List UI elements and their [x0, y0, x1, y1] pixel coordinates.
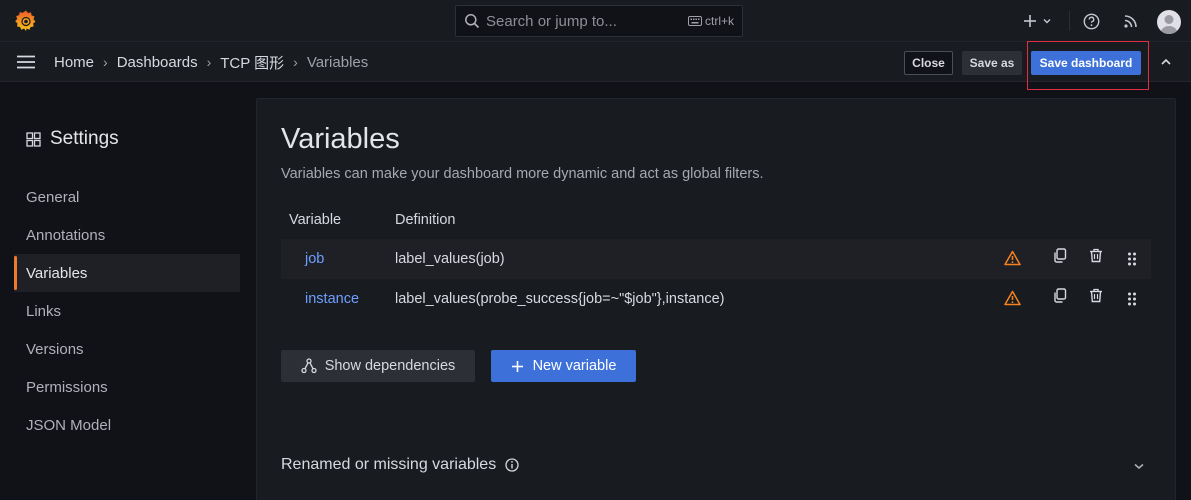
- sidebar-item-variables[interactable]: Variables: [14, 254, 240, 292]
- warning-icon: [1004, 250, 1021, 266]
- show-dependencies-button[interactable]: Show dependencies: [281, 350, 475, 382]
- variable-definition: label_values(probe_success{job=~"$job"},…: [395, 291, 725, 307]
- search-icon: [464, 13, 480, 29]
- sidebar-item-general[interactable]: General: [14, 178, 240, 216]
- sidebar-item-annotations[interactable]: Annotations: [14, 216, 240, 254]
- sidebar-item-versions[interactable]: Versions: [14, 330, 240, 368]
- trash-icon[interactable]: [1089, 248, 1103, 263]
- keyboard-icon: [687, 16, 702, 26]
- page-title: Variables: [281, 123, 400, 155]
- breadcrumb-separator: ›: [103, 54, 108, 70]
- drag-handle-icon[interactable]: [1127, 252, 1137, 266]
- variable-name-link[interactable]: instance: [281, 291, 395, 307]
- duplicate-icon[interactable]: [1053, 288, 1067, 303]
- avatar[interactable]: [1157, 10, 1181, 34]
- variables-panel: Variables Variables can make your dashbo…: [256, 98, 1176, 500]
- renamed-missing-title: Renamed or missing variables: [281, 456, 497, 473]
- chevron-down-icon: [1134, 463, 1144, 469]
- renamed-missing-section[interactable]: Renamed or missing variables: [281, 453, 1151, 477]
- duplicate-icon[interactable]: [1053, 248, 1067, 263]
- table-row: instance label_values(probe_success{job=…: [281, 279, 1151, 319]
- drag-handle-icon[interactable]: [1127, 292, 1137, 306]
- breadcrumb-dashboard[interactable]: TCP 图形: [220, 52, 284, 73]
- variable-name-link[interactable]: job: [281, 251, 395, 267]
- plus-icon: [1022, 13, 1038, 29]
- breadcrumb-dashboards[interactable]: Dashboards: [117, 54, 198, 71]
- breadcrumb-current: Variables: [306, 53, 369, 71]
- breadcrumb: Home › Dashboards › TCP 图形 › Variables: [54, 42, 368, 82]
- breadcrumb-home[interactable]: Home: [54, 54, 94, 71]
- add-menu-button[interactable]: [1022, 11, 1056, 31]
- show-dependencies-label: Show dependencies: [324, 358, 456, 374]
- new-variable-button[interactable]: New variable: [491, 350, 636, 382]
- help-icon[interactable]: [1083, 13, 1100, 30]
- close-button[interactable]: Close: [904, 51, 953, 75]
- dependencies-icon: [301, 358, 325, 374]
- menu-icon[interactable]: [16, 54, 36, 70]
- table-header: Variable Definition: [281, 204, 1151, 236]
- variable-definition: label_values(job): [395, 251, 505, 267]
- new-variable-label: New variable: [532, 358, 617, 374]
- breadcrumb-separator: ›: [293, 54, 298, 70]
- keyboard-shortcut: ctrl+k: [687, 14, 734, 28]
- shortcut-label: ctrl+k: [704, 14, 734, 28]
- info-icon: [505, 458, 519, 472]
- grafana-logo-icon[interactable]: [14, 9, 38, 33]
- column-header-variable: Variable: [289, 212, 342, 228]
- column-header-definition: Definition: [395, 212, 456, 228]
- highlight-annotation-box: [1027, 41, 1149, 90]
- sidebar-item-links[interactable]: Links: [14, 292, 240, 330]
- settings-title: Settings: [50, 128, 119, 149]
- sidebar-item-json-model[interactable]: JSON Model: [14, 406, 240, 444]
- chevron-up-icon[interactable]: [1160, 57, 1172, 67]
- settings-heading: Settings: [26, 128, 119, 150]
- grid-icon: [26, 131, 50, 147]
- chevron-down-icon: [1042, 16, 1052, 26]
- search-placeholder: Search or jump to...: [486, 12, 617, 30]
- breadcrumb-separator: ›: [206, 54, 212, 70]
- trash-icon[interactable]: [1089, 288, 1103, 303]
- save-as-button[interactable]: Save as: [962, 51, 1022, 75]
- warning-icon: [1004, 290, 1021, 306]
- rss-icon[interactable]: [1123, 13, 1139, 29]
- plus-icon: [511, 360, 533, 373]
- settings-nav: General Annotations Variables Links Vers…: [14, 178, 240, 444]
- top-bar: Search or jump to... ctrl+k: [0, 0, 1191, 42]
- divider: [1069, 11, 1070, 31]
- search-input[interactable]: Search or jump to... ctrl+k: [455, 5, 743, 37]
- page-description: Variables can make your dashboard more d…: [281, 166, 764, 182]
- table-row: job label_values(job): [281, 239, 1151, 279]
- sidebar-item-permissions[interactable]: Permissions: [14, 368, 240, 406]
